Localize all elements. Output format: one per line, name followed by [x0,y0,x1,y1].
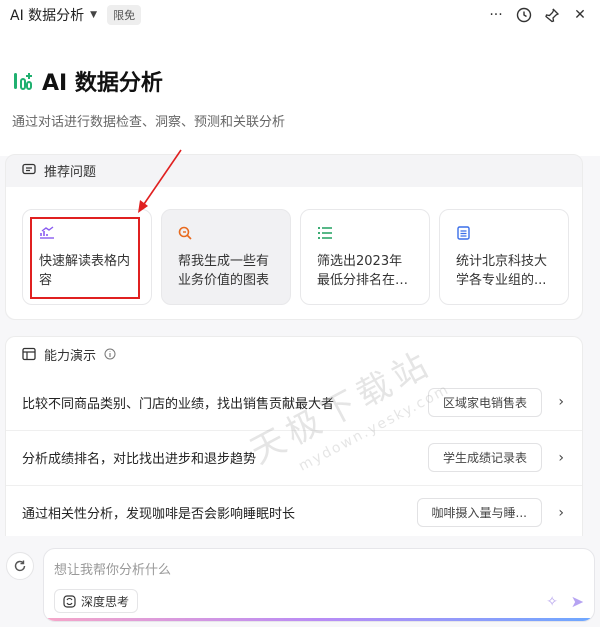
question-text: 帮我生成一些有业务价值的图表 [178,254,270,288]
composer: 深度思考 ✧ ➤ [43,548,595,622]
app-logo-icon [14,73,32,90]
chevron-right-icon[interactable]: › [558,394,564,410]
top-bar: AI 数据分析 ▼ 限免 ··· ✕ [0,0,600,30]
chat-icon [22,163,36,175]
demo-row[interactable]: 通过相关性分析，发现咖啡是否会影响睡眠时长 咖啡摄入量与睡... › [6,485,582,539]
table-icon [456,226,554,242]
info-icon[interactable] [104,348,116,360]
demo-panel: 能力演示 比较不同商品类别、门店的业绩，找出销售贡献最大者 区域家电销售表 › … [5,336,583,536]
more-icon[interactable]: ··· [486,5,506,25]
prompt-input[interactable] [54,559,534,581]
deep-think-toggle[interactable]: 深度思考 [54,589,139,613]
page-subtitle: 通过对话进行数据检查、洞察、预测和关联分析 [12,115,286,130]
chevron-down-icon[interactable]: ▼ [90,10,97,20]
question-card[interactable]: 帮我生成一些有业务价值的图表 [161,209,291,305]
brain-icon [63,594,76,608]
recommend-title: 推荐问题 [44,164,97,180]
header-actions: ··· ✕ [486,5,590,25]
question-card[interactable]: 统计北京科技大学各专业组的... [439,209,569,305]
sample-file-tag[interactable]: 区域家电销售表 [427,387,542,417]
recommend-header: 推荐问题 [6,155,582,185]
demo-row-text: 分析成绩排名，对比找出进步和退步趋势 [22,452,257,467]
window-title[interactable]: AI 数据分析 [10,5,84,25]
sample-file-tag[interactable]: 学生成绩记录表 [427,443,542,472]
send-icon[interactable]: ➤ [571,592,584,611]
demo-row-text: 比较不同商品类别、门店的业绩，找出销售贡献最大者 [22,396,335,412]
table-grid-icon [22,347,36,361]
close-icon[interactable]: ✕ [570,5,590,25]
demo-row-text: 通过相关性分析，发现咖啡是否会影响睡眠时长 [22,507,296,522]
composer-accent-bar [44,618,594,621]
hero-section: AI 数据分析 通过对话进行数据检查、洞察、预测和关联分析 [0,30,600,156]
annotation-highlight-box [30,217,140,299]
deep-think-label: 深度思考 [81,594,130,609]
history-icon[interactable] [514,5,534,25]
question-text: 筛选出2023年最低分排名在前... [317,254,403,288]
pin-icon[interactable] [542,5,562,25]
chevron-right-icon[interactable]: › [558,450,564,466]
chevron-right-icon[interactable]: › [558,505,564,521]
question-card[interactable]: 筛选出2023年最低分排名在前... [300,209,430,305]
question-text: 统计北京科技大学各专业组的... [456,254,548,288]
chart-search-icon [178,226,276,242]
sample-file-tag[interactable]: 咖啡摄入量与睡... [416,498,542,527]
list-icon [317,226,415,242]
new-chat-button[interactable] [6,552,34,580]
page-title: AI 数据分析 [42,71,163,96]
magic-sparkle-icon[interactable]: ✧ [546,594,558,610]
refresh-icon [14,560,26,572]
demo-title: 能力演示 [44,348,97,364]
demo-header: 能力演示 [6,337,582,371]
free-badge: 限免 [107,5,142,25]
demo-row[interactable]: 比较不同商品类别、门店的业绩，找出销售贡献最大者 区域家电销售表 › [6,375,582,429]
demo-row[interactable]: 分析成绩排名，对比找出进步和退步趋势 学生成绩记录表 › [6,430,582,484]
